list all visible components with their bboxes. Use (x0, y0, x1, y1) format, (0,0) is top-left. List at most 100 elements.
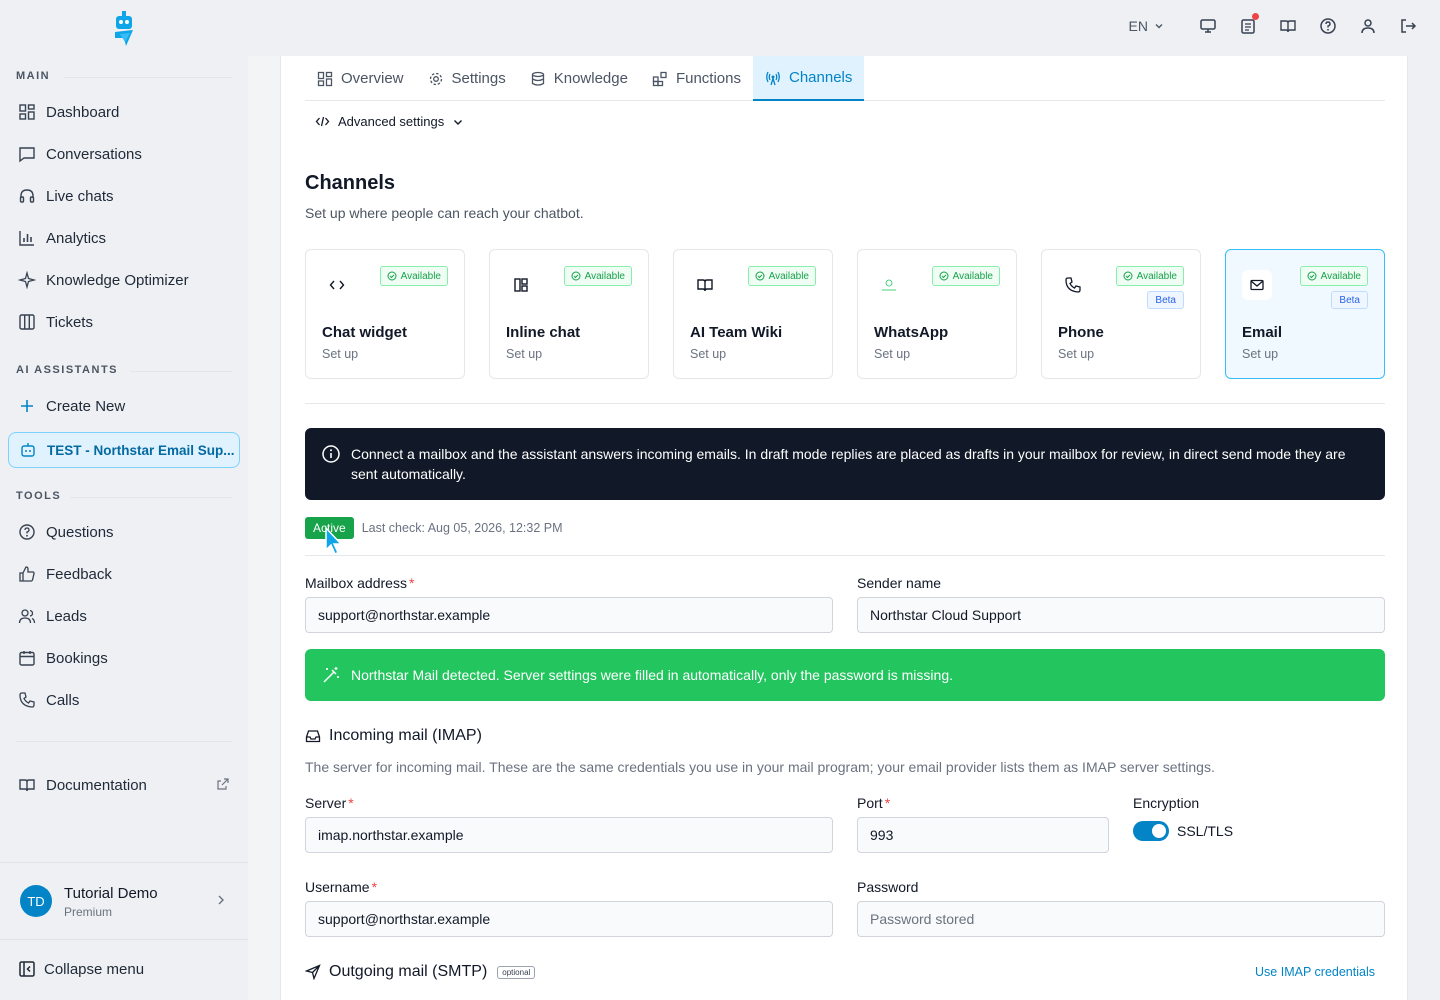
help-icon[interactable] (1318, 16, 1338, 36)
sidebar-item-active-assistant[interactable]: TEST - Northstar Email Sup... (8, 432, 240, 468)
sidebar-item-knowledge-optimizer[interactable]: Knowledge Optimizer (8, 262, 240, 298)
channel-card-inline-chat[interactable]: Available Inline chat Set up (489, 249, 649, 379)
question-icon (19, 524, 35, 540)
sidebar-item-questions[interactable]: Questions (8, 514, 240, 550)
app-logo[interactable] (110, 10, 138, 48)
sidebar-item-tickets[interactable]: Tickets (8, 304, 240, 340)
available-label: Available (1136, 270, 1177, 282)
sidebar: MAIN Dashboard Conversations Live chats … (0, 56, 248, 1000)
smtp-title-text: Outgoing mail (SMTP) (329, 963, 488, 980)
sidebar-item-analytics[interactable]: Analytics (8, 220, 240, 256)
imap-port-input[interactable]: 993 (857, 817, 1109, 853)
users-icon (18, 609, 36, 624)
channel-card-whatsapp[interactable]: Available WhatsApp Set up (857, 249, 1017, 379)
chevron-down-icon (1155, 24, 1163, 29)
inbox-icon (305, 730, 321, 743)
label-text: Server (305, 795, 347, 811)
section-title: Channels (305, 172, 396, 194)
imap-description: The server for incoming mail. These are … (305, 759, 1215, 775)
channel-status: Set up (1058, 347, 1095, 361)
sidebar-item-label: Conversations (46, 145, 142, 163)
encryption-toggle[interactable] (1133, 821, 1169, 841)
main-panel: Overview Settings Knowledge Functions Ch… (280, 56, 1408, 1000)
sidebar-item-conversations[interactable]: Conversations (8, 136, 240, 172)
magic-wand-icon (323, 667, 339, 683)
info-text: Connect a mailbox and the assistant answ… (351, 446, 1346, 482)
imap-server-input[interactable]: imap.northstar.example (305, 817, 833, 853)
channel-name: Email (1242, 324, 1283, 341)
thumbs-up-icon (19, 566, 35, 582)
language-selector[interactable]: EN (1129, 18, 1164, 34)
chevron-down-icon (454, 119, 463, 125)
monitor-icon[interactable] (1198, 16, 1218, 36)
sidebar-item-label: Feedback (46, 565, 112, 583)
logout-icon[interactable] (1398, 16, 1418, 36)
section-label-main: MAIN (16, 70, 51, 82)
sidebar-item-live-chats[interactable]: Live chats (8, 178, 240, 214)
imap-password-input[interactable]: Password stored (857, 901, 1385, 937)
grid-icon (317, 71, 333, 86)
sidebar-item-label: Calls (46, 691, 80, 709)
advanced-settings-toggle[interactable]: Advanced settings (315, 114, 464, 129)
channel-card-ai-team-wiki[interactable]: Available AI Team Wiki Set up (673, 249, 833, 379)
user-plan: Premium (64, 905, 113, 919)
channel-card-chat-widget[interactable]: Available Chat widget Set up (305, 249, 465, 379)
section-label-ai-assistants: AI ASSISTANTS (16, 364, 119, 376)
sparkles-icon (18, 271, 36, 289)
available-label: Available (768, 270, 809, 282)
last-check-text: Last check: Aug 05, 2026, 12:32 PM (361, 521, 563, 535)
label-text: Username (305, 879, 370, 895)
channel-name: WhatsApp (874, 324, 949, 341)
sidebar-item-feedback[interactable]: Feedback (8, 556, 240, 592)
user-icon[interactable] (1358, 16, 1378, 36)
channel-card-email[interactable]: Available Beta Email Set up (1225, 249, 1385, 379)
send-icon (305, 964, 321, 980)
channel-name: Chat widget (322, 324, 407, 341)
optional-badge: optional (497, 965, 536, 979)
mailbox-address-input[interactable]: support@northstar.example (305, 597, 833, 633)
available-label: Available (584, 270, 625, 282)
collapse-menu-button[interactable]: Collapse menu (18, 960, 144, 978)
broadcast-icon (766, 71, 780, 85)
book-icon (690, 270, 720, 300)
tab-overview[interactable]: Overview (305, 56, 416, 101)
dashboard-icon (19, 104, 35, 120)
divider (64, 77, 232, 78)
channel-card-phone[interactable]: Available Beta Phone Set up (1041, 249, 1201, 379)
tab-label: Settings (451, 70, 506, 87)
sidebar-item-label: Bookings (46, 649, 108, 667)
phone-icon (1058, 270, 1088, 300)
user-name: Tutorial Demo (64, 885, 158, 902)
newspaper-icon[interactable] (1238, 13, 1259, 36)
tab-settings[interactable]: Settings (416, 56, 518, 101)
book-open-icon[interactable] (1278, 16, 1298, 36)
sidebar-collapse-icon (19, 961, 35, 977)
tab-knowledge[interactable]: Knowledge (518, 56, 640, 101)
headset-icon (19, 189, 35, 203)
create-new-assistant-button[interactable]: Create New (8, 388, 240, 424)
sidebar-item-dashboard[interactable]: Dashboard (8, 94, 240, 130)
channel-status: Set up (1242, 347, 1279, 361)
channel-status: Set up (506, 347, 543, 361)
tab-channels[interactable]: Channels (753, 56, 865, 101)
channel-name: Phone (1058, 324, 1104, 341)
divider (305, 403, 1385, 404)
tab-functions[interactable]: Functions (640, 56, 753, 101)
username-label: Username * (305, 879, 378, 895)
imap-username-input[interactable]: support@northstar.example (305, 901, 833, 937)
sidebar-item-bookings[interactable]: Bookings (8, 640, 240, 676)
chat-bubble-icon (19, 147, 35, 163)
use-imap-credentials-link[interactable]: Use IMAP credentials (1255, 965, 1375, 979)
avatar: TD (20, 885, 52, 917)
user-profile[interactable]: TD Tutorial Demo Premium (0, 862, 248, 940)
provider-detected-banner: Northstar Mail detected. Server settings… (305, 649, 1385, 701)
sidebar-item-calls[interactable]: Calls (8, 682, 240, 718)
sidebar-item-documentation[interactable]: Documentation (8, 767, 240, 803)
sidebar-item-label: Knowledge Optimizer (46, 271, 189, 289)
sender-name-input[interactable]: Northstar Cloud Support (857, 597, 1385, 633)
password-label: Password (857, 879, 919, 895)
code-icon (315, 116, 330, 127)
sidebar-item-leads[interactable]: Leads (8, 598, 240, 634)
check-circle-icon (1307, 271, 1317, 281)
sidebar-item-label: Tickets (46, 313, 93, 331)
